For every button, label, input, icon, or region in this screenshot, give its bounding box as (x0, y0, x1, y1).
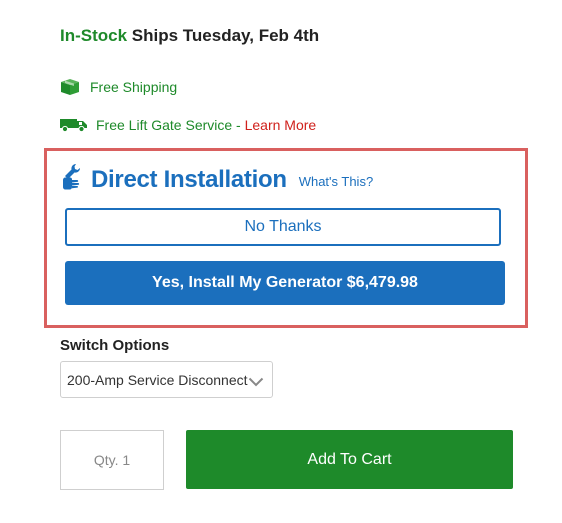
learn-more-link[interactable]: Learn More (245, 117, 317, 133)
chevron-down-icon (248, 374, 264, 390)
ship-date-text: Ships Tuesday, Feb 4th (131, 26, 320, 45)
box-icon (60, 78, 80, 96)
in-stock-label: In-Stock (60, 26, 128, 45)
no-thanks-button[interactable]: No Thanks (65, 208, 501, 246)
whats-this-link[interactable]: What's This? (299, 174, 374, 189)
truck-icon (60, 118, 88, 132)
add-to-cart-button[interactable]: Add To Cart (186, 430, 513, 489)
switch-options-select[interactable]: 200-Amp Service Disconnect (60, 361, 273, 398)
direct-installation-panel: Direct Installation What's This? No Than… (44, 148, 528, 328)
free-shipping-row: Free Shipping (60, 78, 177, 96)
stock-status: In-Stock Ships Tuesday, Feb 4th (60, 26, 319, 46)
installation-title: Direct Installation (91, 165, 287, 193)
quantity-placeholder: Qty. 1 (93, 452, 131, 468)
switch-options-value: 200-Amp Service Disconnect (67, 371, 248, 388)
install-generator-button[interactable]: Yes, Install My Generator $6,479.98 (65, 261, 505, 305)
lift-gate-row: Free Lift Gate Service - Learn More (60, 117, 316, 133)
free-shipping-text: Free Shipping (90, 79, 178, 95)
lift-gate-text: Free Lift Gate Service - (96, 117, 245, 133)
installation-header: Direct Installation What's This? (61, 163, 373, 196)
quantity-input[interactable]: Qty. 1 (60, 430, 164, 490)
switch-options-label: Switch Options (60, 337, 170, 354)
wrench-hand-icon (61, 163, 85, 196)
